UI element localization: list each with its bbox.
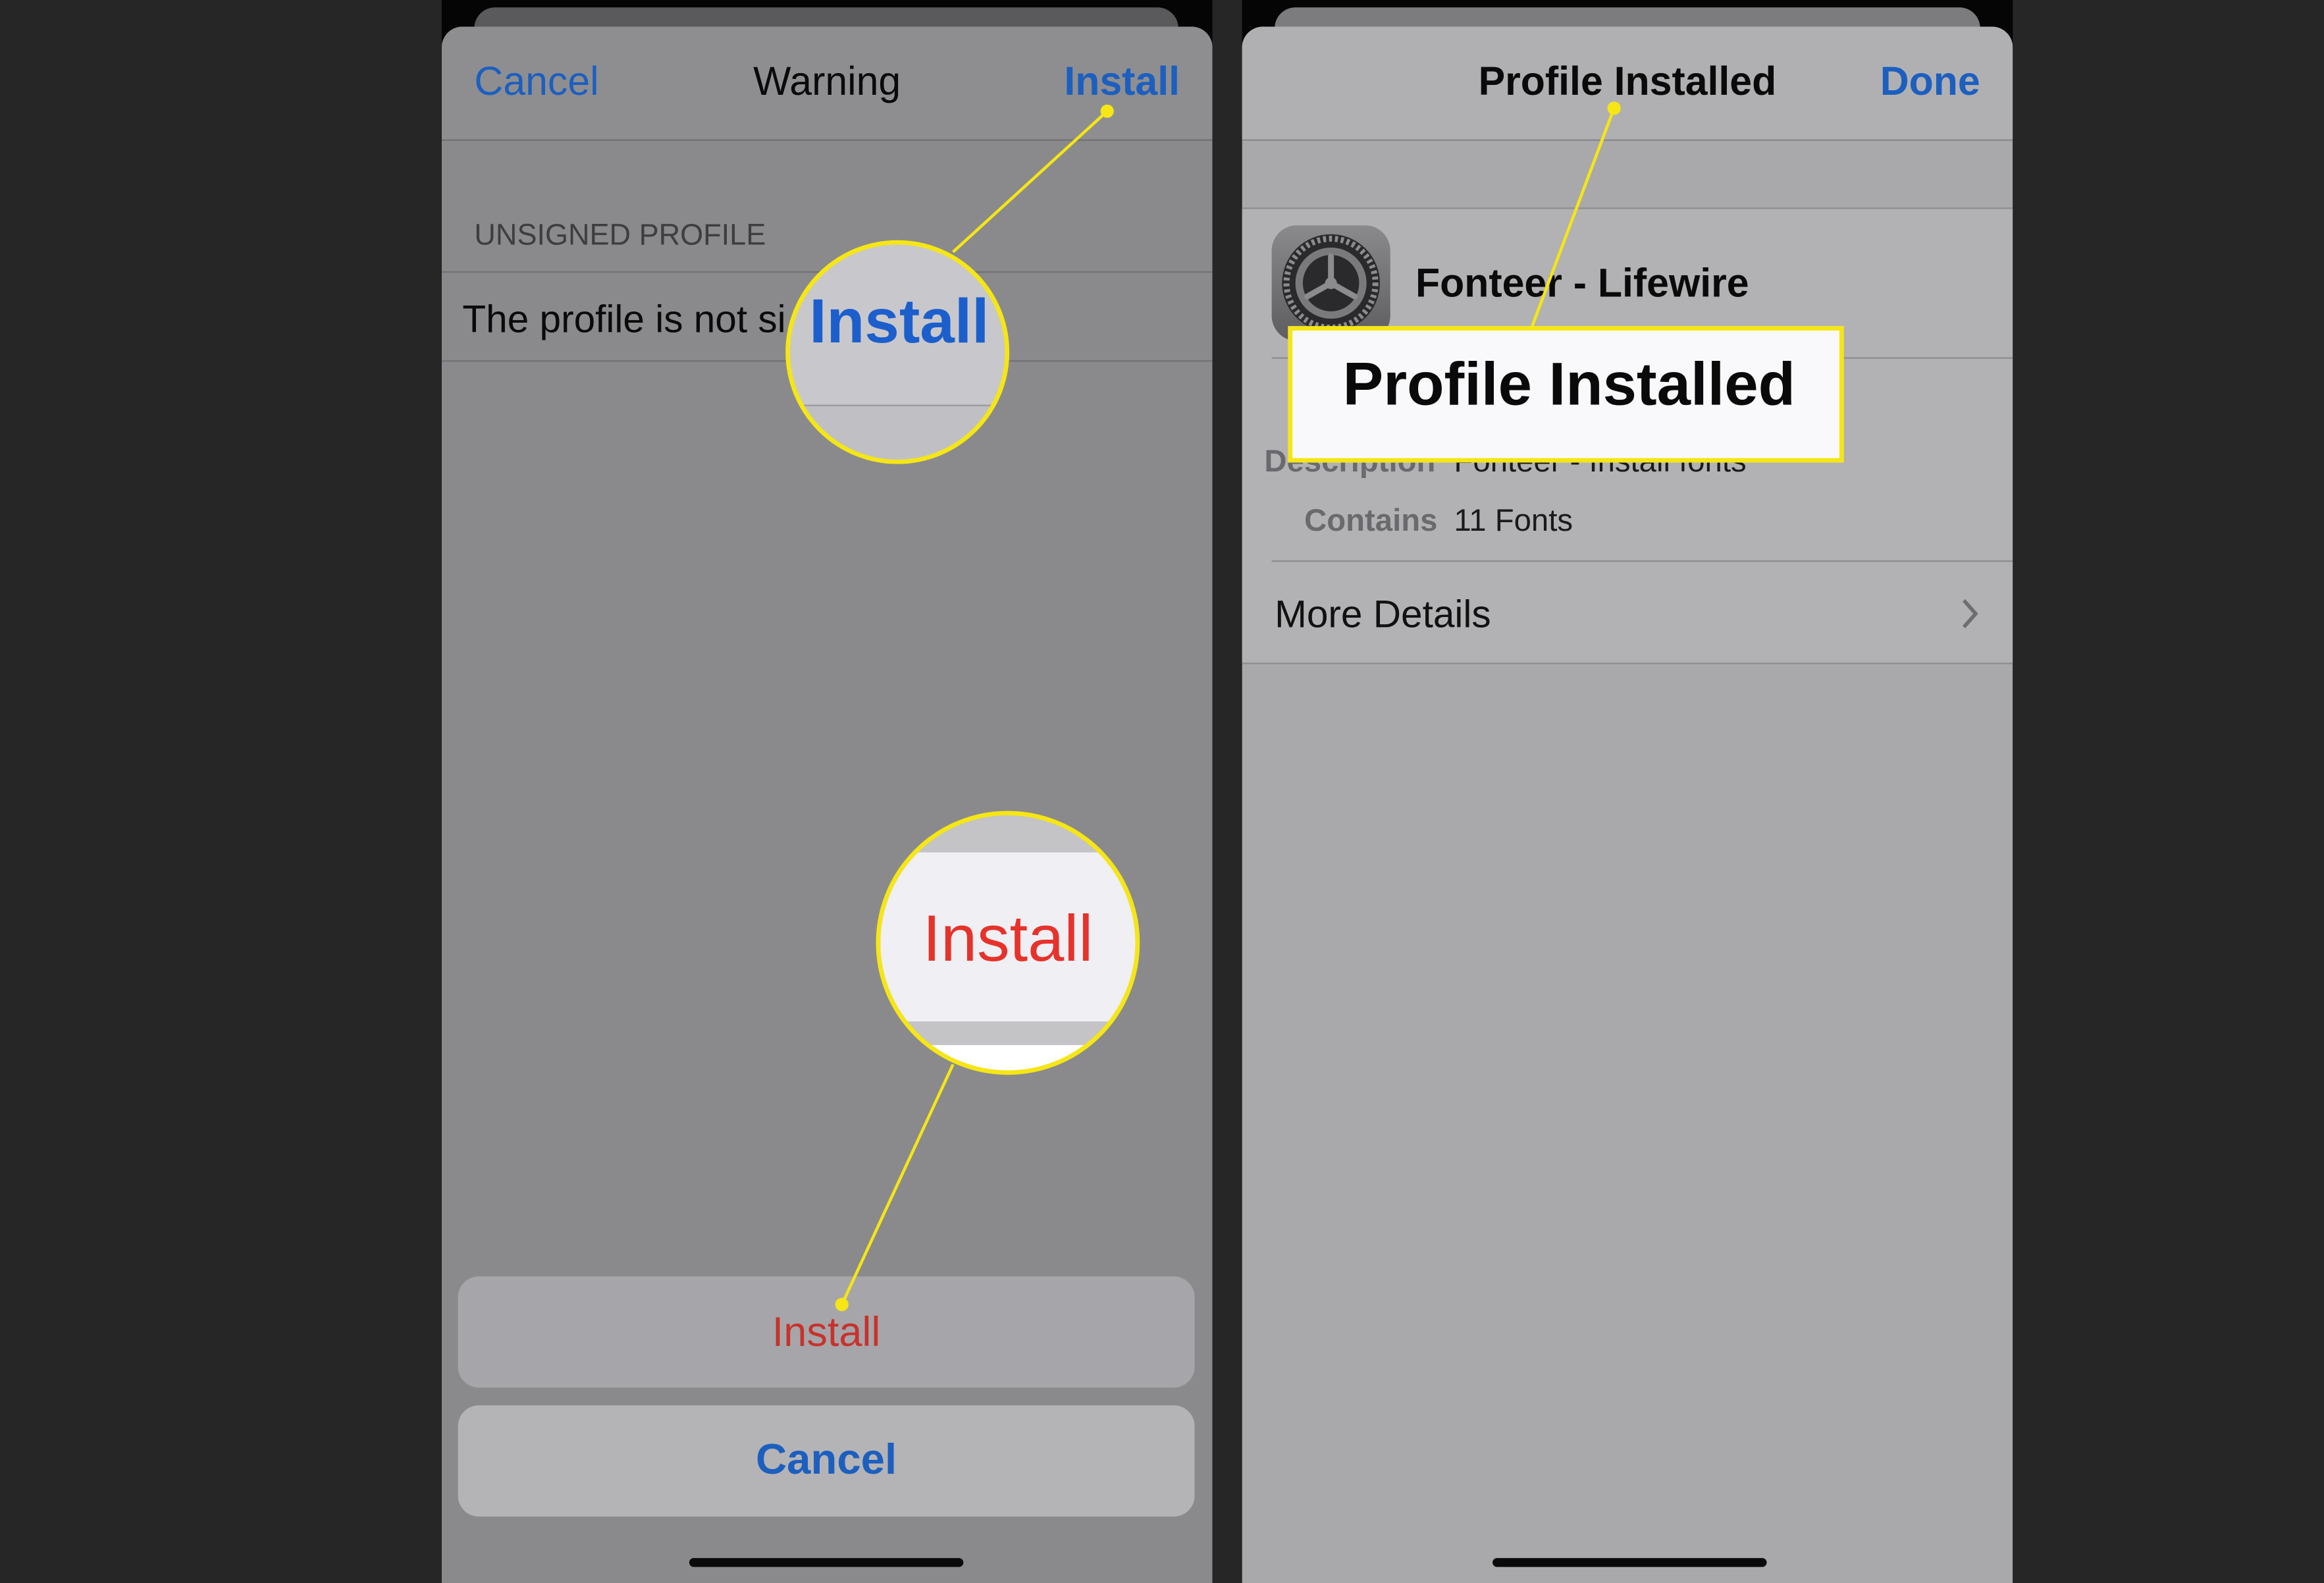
callout-text: Profile Installed [1342, 350, 1796, 418]
magnified-install-label: Install [809, 286, 990, 356]
settings-gear-icon [1271, 225, 1390, 341]
stage: Cancel Warning Install UNSIGNED PROFILE … [0, 0, 2324, 1583]
cancel-button-label: Cancel [756, 1436, 897, 1484]
profile-installed-callout: Profile Installed [1288, 326, 1844, 463]
more-details-row[interactable]: More Details [1242, 562, 2013, 664]
done-button[interactable]: Done [1880, 61, 1980, 103]
profile-sheet: Profile Installed Done Fonteer - Lifewir… [1242, 26, 2013, 1583]
warning-sheet: Cancel Warning Install UNSIGNED PROFILE … [441, 26, 1213, 1583]
home-indicator [689, 1558, 964, 1567]
warning-row-text: The profile is not si [462, 296, 786, 341]
install-button[interactable]: Install [458, 1276, 1195, 1388]
nav-bar: Cancel Warning Install [441, 26, 1213, 141]
contains-value: 11 Fonts [1454, 504, 1573, 539]
home-indicator [1492, 1558, 1767, 1567]
right-phone-screen: Profile Installed Done Fonteer - Lifewir… [1242, 0, 2013, 1583]
left-phone-screen: Cancel Warning Install UNSIGNED PROFILE … [441, 0, 1213, 1583]
divider [1242, 662, 2013, 664]
profile-name: Fonteer - Lifewire [1415, 261, 1749, 306]
install-button-label: Install [772, 1308, 881, 1355]
cancel-button[interactable]: Cancel [458, 1405, 1195, 1517]
contains-label: Contains [1304, 504, 1438, 539]
magnifier-install-nav: Install [785, 240, 1010, 464]
section-header: UNSIGNED PROFILE [474, 219, 766, 252]
chevron-right-icon [1962, 599, 1978, 629]
magnified-install-label: Install [922, 903, 1094, 976]
magnifier-install-button: Install [876, 811, 1140, 1075]
install-nav-button[interactable]: Install [1064, 61, 1180, 103]
more-details-label: More Details [1275, 591, 1491, 636]
nav-bar: Profile Installed Done [1242, 26, 2013, 141]
